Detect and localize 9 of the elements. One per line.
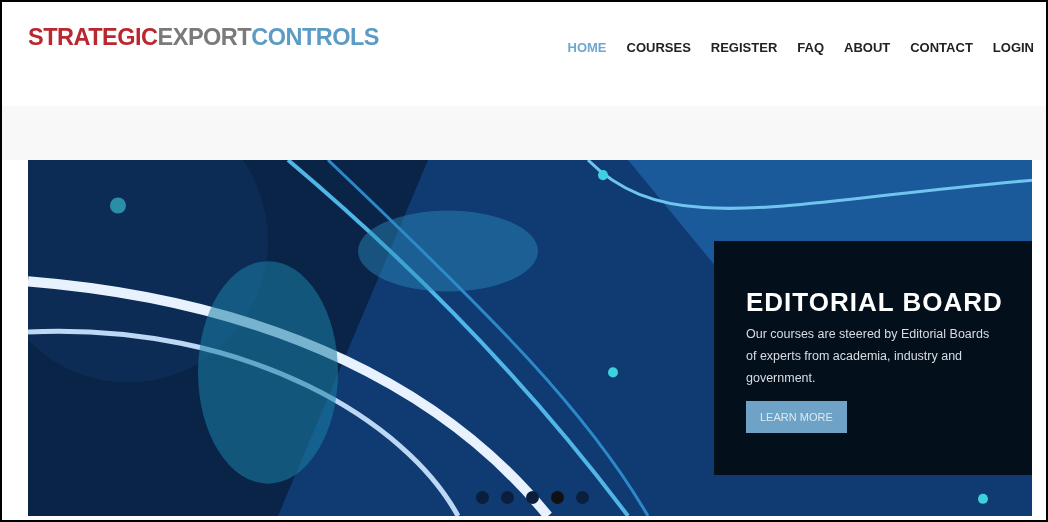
nav-link[interactable]: LOGIN: [992, 38, 1034, 58]
logo[interactable]: STRATEGICEXPORTCONTROLS: [28, 20, 380, 56]
nav-link[interactable]: CONTACT: [910, 38, 973, 58]
nav-link[interactable]: FAQ: [797, 38, 824, 58]
nav-link[interactable]: REGISTER: [710, 38, 778, 58]
nav-link[interactable]: COURSES: [626, 38, 691, 58]
nav-link[interactable]: ABOUT: [844, 38, 891, 58]
caption-text: Our courses are steered by Editorial Boards of experts from academia, industry and government.: [746, 326, 991, 387]
caption-title: EDITORIAL BOARD: [746, 287, 1004, 317]
